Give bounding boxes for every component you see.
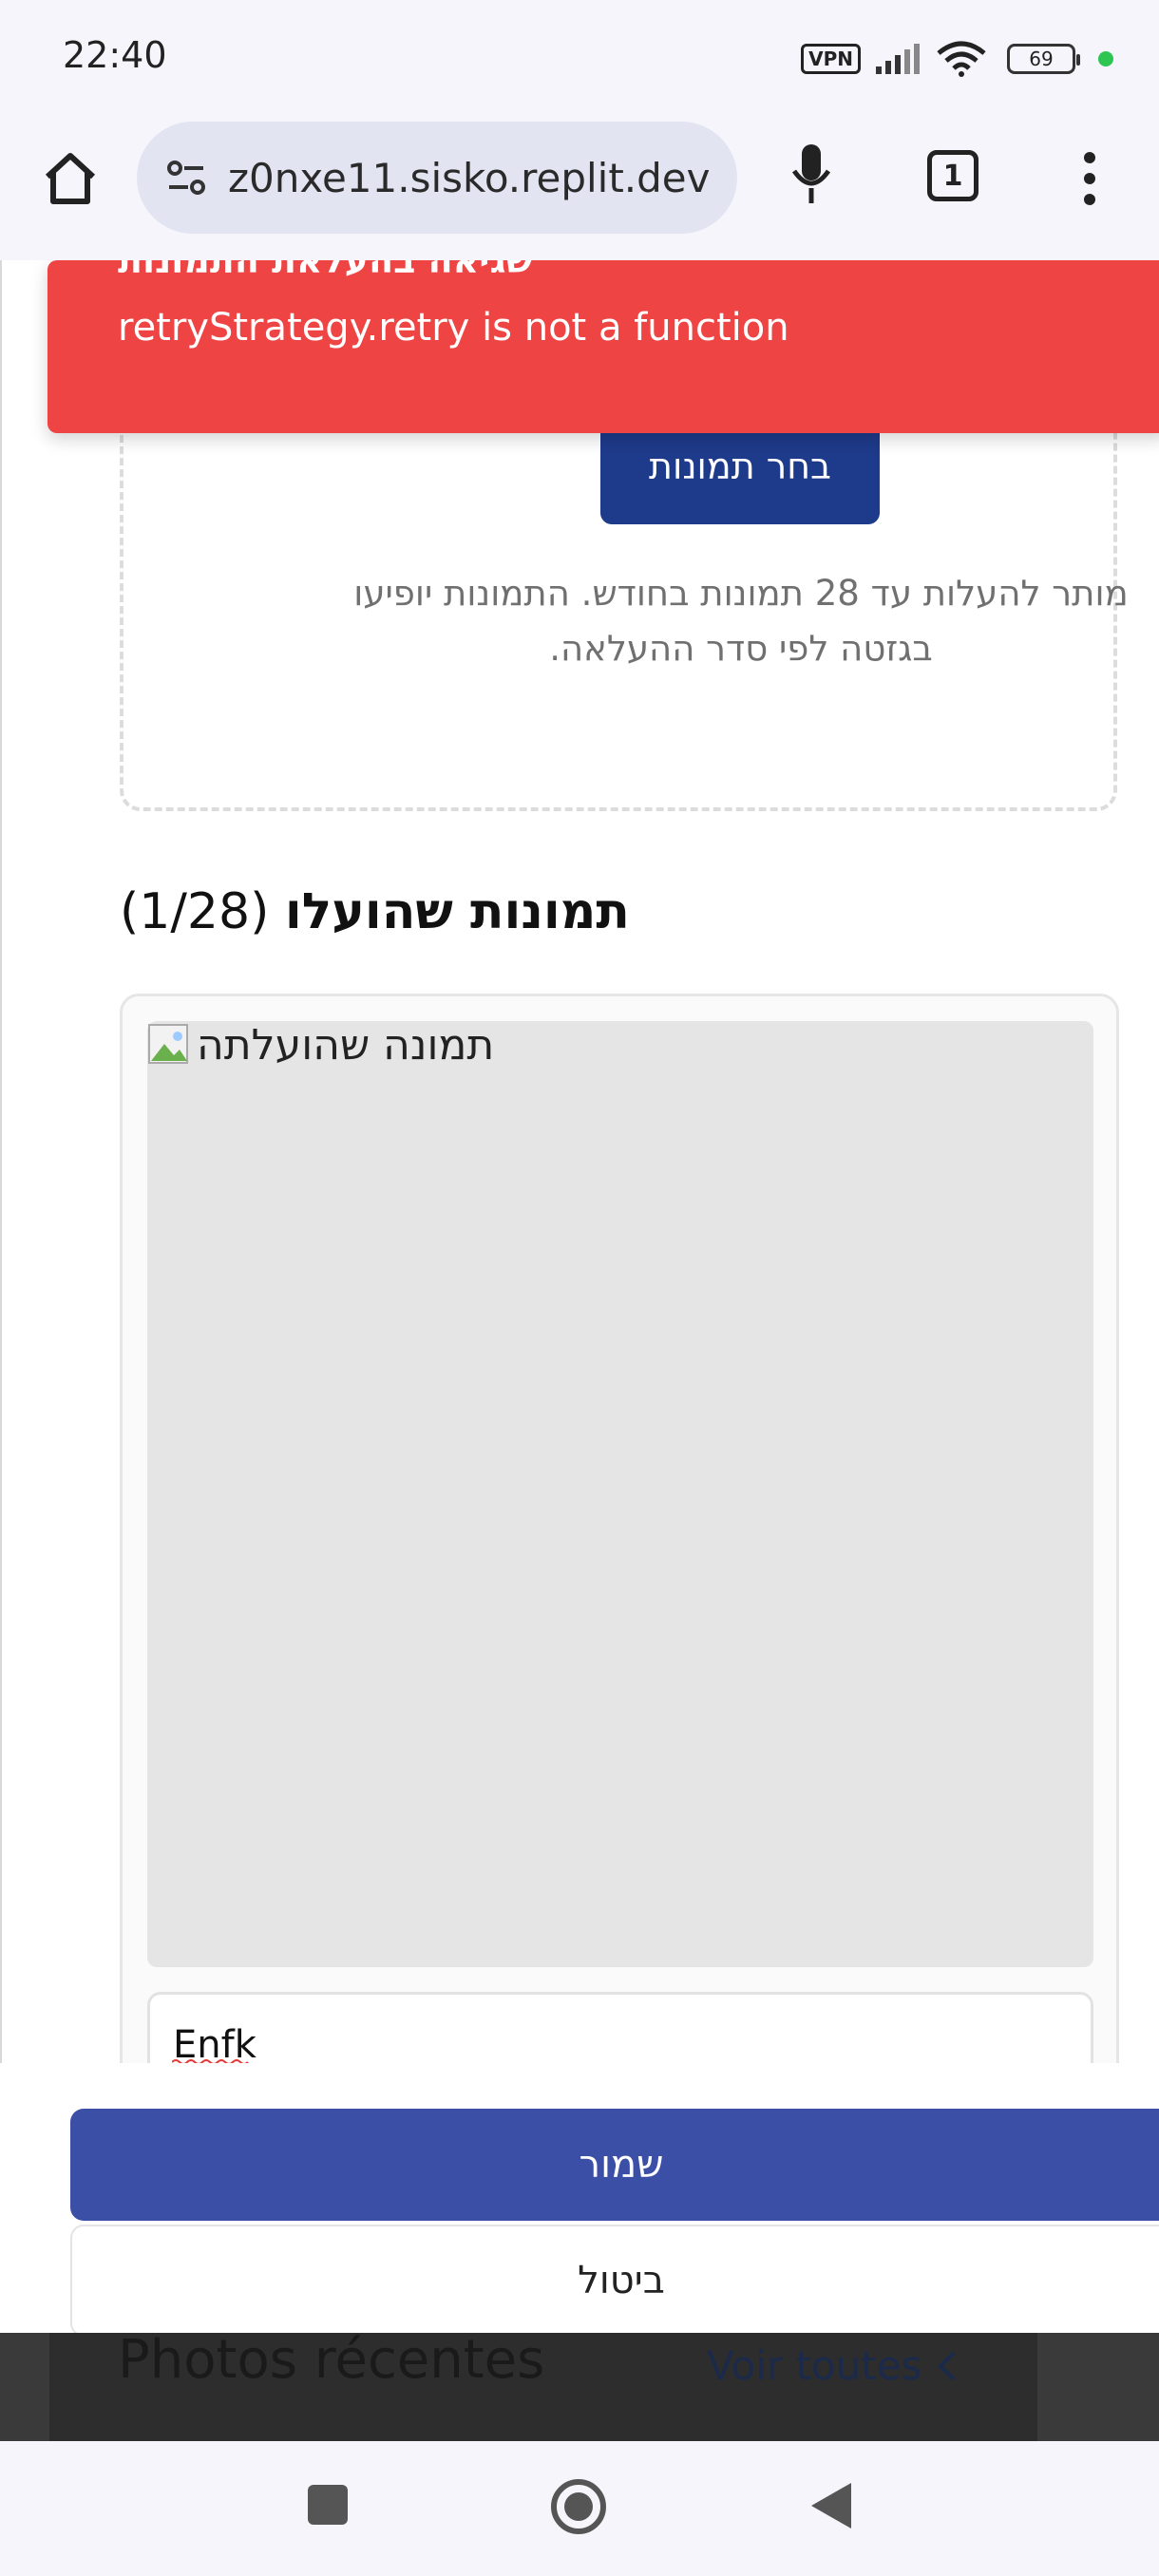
more-vert-icon[interactable] [1075,150,1104,207]
wifi-icon [937,41,986,77]
uploaded-photo[interactable]: תמונה שהועלתה [147,1021,1093,1967]
save-button[interactable]: שמור [70,2109,1159,2221]
battery-icon: 69 [1007,44,1080,74]
tabs-icon[interactable]: 1 [927,150,978,201]
address-bar[interactable]: z0nxe11.sisko.replit.dev [137,122,737,234]
view-all-link[interactable]: Voir toutes [707,2342,958,2389]
status-bar: 22:40 VPN 69 [0,0,1159,116]
image-alt-text: תמונה שהועלתה [197,1021,495,1070]
circle-icon[interactable] [549,2477,608,2536]
cancel-button[interactable]: ביטול [70,2225,1159,2337]
system-nav-bar [0,2441,1159,2576]
uploaded-photos-title: תמונות שהועלו [284,883,630,940]
uploaded-photos-count: (1/28) [120,883,270,940]
status-time: 22:40 [63,34,167,76]
broken-image: תמונה שהועלתה [147,1021,494,1070]
site-settings-icon[interactable] [165,159,207,197]
battery-level: 69 [1029,47,1054,70]
tab-count: 1 [942,159,963,193]
error-toast[interactable]: שגיאה בהעלאת התמונות retryStrategy.retry… [48,260,1159,433]
recent-photos-title: Photos récentes [118,2333,545,2391]
uploaded-photos-heading: תמונות שהועלו (1/28) [120,883,690,959]
upload-note: מותר להעלות עד 28 תמונות בחודש. התמונות … [353,573,1129,669]
recent-photos-section: Photos récentes Voir toutes [0,2333,1159,2441]
vpn-icon: VPN [801,44,861,74]
signal-icon [876,44,920,74]
home-icon[interactable] [42,150,99,207]
error-message: retryStrategy.retry is not a function [118,306,789,350]
view-all-label: Voir toutes [707,2342,922,2389]
url-text[interactable]: z0nxe11.sisko.replit.dev [228,155,711,201]
square-icon[interactable] [306,2483,350,2527]
triangle-back-icon[interactable] [809,2481,853,2530]
privacy-indicator-icon [1098,51,1113,66]
status-icons: VPN 69 [801,38,1113,80]
browser-toolbar: z0nxe11.sisko.replit.dev 1 [0,116,1159,260]
page-content: בחר תמונות מותר להעלות עד 28 תמונות בחוד… [0,260,1159,2335]
broken-image-icon [148,1023,188,1064]
chevron-left-icon [938,2351,956,2380]
action-sheet: שמור ביטול [0,2063,1159,2337]
microphone-icon[interactable] [788,142,834,209]
error-title: שגיאה בהעלאת התמונות [118,260,534,281]
